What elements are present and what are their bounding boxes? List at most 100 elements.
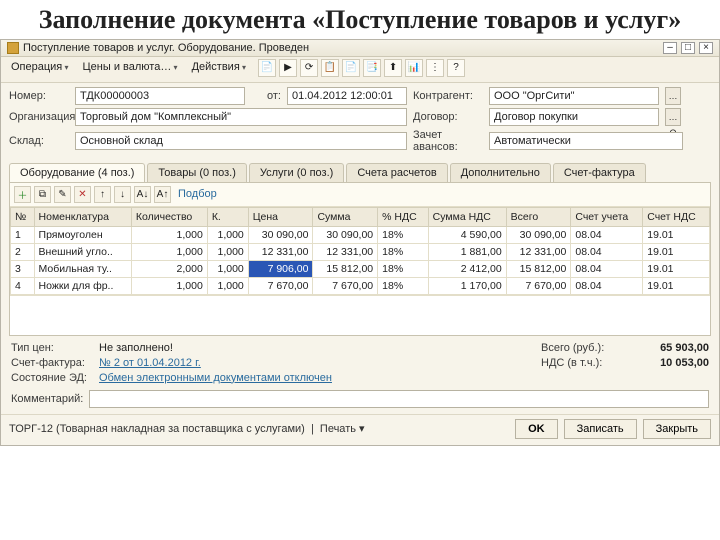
cell[interactable]: 15 812,00 <box>313 260 378 277</box>
cell[interactable]: 1,000 <box>207 260 248 277</box>
cell[interactable]: 08.04 <box>571 277 643 294</box>
cell[interactable]: 7 906,00 <box>248 260 313 277</box>
tab-goods[interactable]: Товары (0 поз.) <box>147 163 246 182</box>
menu-operation[interactable]: Операция <box>5 59 75 80</box>
cell[interactable]: 7 670,00 <box>313 277 378 294</box>
col-nom[interactable]: Номенклатура <box>34 207 131 226</box>
number-field[interactable]: ТДК00000003 <box>75 87 245 105</box>
close-doc-button[interactable]: Закрыть <box>643 419 711 439</box>
close-button[interactable]: × <box>699 42 713 54</box>
toolbar-icon[interactable]: 📋 <box>321 59 339 77</box>
sklad-field[interactable]: Основной склад <box>75 132 407 150</box>
cell[interactable]: 15 812,00 <box>506 260 571 277</box>
save-button[interactable]: Записать <box>564 419 637 439</box>
cell[interactable]: 30 090,00 <box>506 226 571 243</box>
cell[interactable]: 30 090,00 <box>313 226 378 243</box>
movedown-icon[interactable]: ↓ <box>114 186 131 203</box>
toolbar-icon[interactable]: ⋮ <box>426 59 444 77</box>
cell[interactable]: 19.01 <box>643 260 710 277</box>
col-acc[interactable]: Счет учета <box>571 207 643 226</box>
cell[interactable]: 08.04 <box>571 260 643 277</box>
cell[interactable]: 19.01 <box>643 226 710 243</box>
toolbar-icon[interactable]: ⬆ <box>384 59 402 77</box>
ok-button[interactable]: OK <box>515 419 558 439</box>
toolbar-icon[interactable]: ⟳ <box>300 59 318 77</box>
cell[interactable]: 18% <box>378 243 429 260</box>
table-row[interactable]: 4Ножки для фр..1,0001,0007 670,007 670,0… <box>11 277 710 294</box>
sf-link[interactable]: № 2 от 01.04.2012 г. <box>99 357 533 369</box>
toolbar-icon[interactable]: 📄 <box>342 59 360 77</box>
cell[interactable]: 18% <box>378 226 429 243</box>
cell[interactable]: 2 412,00 <box>428 260 506 277</box>
col-accnds[interactable]: Счет НДС <box>643 207 710 226</box>
moveup-icon[interactable]: ↑ <box>94 186 111 203</box>
menu-prices[interactable]: Цены и валюта… <box>77 59 184 80</box>
cell[interactable]: Внешний угло.. <box>34 243 131 260</box>
cell[interactable]: 4 590,00 <box>428 226 506 243</box>
contragent-lookup-button[interactable]: …Q <box>665 87 681 105</box>
cell[interactable]: 3 <box>11 260 35 277</box>
cell[interactable]: 18% <box>378 277 429 294</box>
tab-accounts[interactable]: Счета расчетов <box>346 163 447 182</box>
maximize-button[interactable]: □ <box>681 42 695 54</box>
tab-services[interactable]: Услуги (0 поз.) <box>249 163 344 182</box>
table-row[interactable]: 2Внешний угло..1,0001,00012 331,0012 331… <box>11 243 710 260</box>
cell[interactable]: 7 670,00 <box>248 277 313 294</box>
col-nds[interactable]: % НДС <box>378 207 429 226</box>
cell[interactable]: 08.04 <box>571 226 643 243</box>
cell[interactable]: 12 331,00 <box>506 243 571 260</box>
items-grid[interactable]: № Номенклатура Количество К. Цена Сумма … <box>10 207 710 295</box>
contragent-field[interactable]: ООО "ОргСити" <box>489 87 659 105</box>
minimize-button[interactable]: – <box>663 42 677 54</box>
col-sum[interactable]: Сумма <box>313 207 378 226</box>
cell[interactable]: 7 670,00 <box>506 277 571 294</box>
date-field[interactable]: 01.04.2012 12:00:01 <box>287 87 407 105</box>
cell[interactable]: 18% <box>378 260 429 277</box>
print-template-label[interactable]: ТОРГ-12 (Товарная накладная за поставщик… <box>9 422 365 435</box>
menu-actions[interactable]: Действия <box>186 59 252 80</box>
cell[interactable]: 1,000 <box>207 226 248 243</box>
copy-row-icon[interactable]: ⧉ <box>34 186 51 203</box>
cell[interactable]: 12 331,00 <box>248 243 313 260</box>
col-price[interactable]: Цена <box>248 207 313 226</box>
cell[interactable]: Прямоуголен <box>34 226 131 243</box>
cell[interactable]: 4 <box>11 277 35 294</box>
cell[interactable]: 2,000 <box>131 260 207 277</box>
col-total[interactable]: Всего <box>506 207 571 226</box>
tab-equipment[interactable]: Оборудование (4 поз.) <box>9 163 145 182</box>
pick-link[interactable]: Подбор <box>174 188 221 200</box>
contract-lookup-button[interactable]: …Q <box>665 108 681 126</box>
toolbar-icon[interactable]: 📑 <box>363 59 381 77</box>
comment-field[interactable] <box>89 390 709 408</box>
cell[interactable]: Мобильная ту.. <box>34 260 131 277</box>
table-row[interactable]: 1Прямоуголен1,0001,00030 090,0030 090,00… <box>11 226 710 243</box>
sort-asc-icon[interactable]: A↓ <box>134 186 151 203</box>
edit-row-icon[interactable]: ✎ <box>54 186 71 203</box>
tab-invoice[interactable]: Счет-фактура <box>553 163 646 182</box>
cell[interactable]: 1,000 <box>207 277 248 294</box>
cell[interactable]: 1,000 <box>131 243 207 260</box>
toolbar-icon[interactable]: ▶ <box>279 59 297 77</box>
cell[interactable]: 12 331,00 <box>313 243 378 260</box>
table-row[interactable]: 3Мобильная ту..2,0001,0007 906,0015 812,… <box>11 260 710 277</box>
cell[interactable]: 19.01 <box>643 277 710 294</box>
cell[interactable]: 1,000 <box>131 277 207 294</box>
ed-link[interactable]: Обмен электронными документами отключен <box>99 372 709 384</box>
sort-desc-icon[interactable]: A↑ <box>154 186 171 203</box>
contract-field[interactable]: Договор покупки <box>489 108 659 126</box>
cell[interactable]: Ножки для фр.. <box>34 277 131 294</box>
cell[interactable]: 1 170,00 <box>428 277 506 294</box>
cell[interactable]: 1 <box>11 226 35 243</box>
toolbar-icon[interactable]: 📊 <box>405 59 423 77</box>
cell[interactable]: 19.01 <box>643 243 710 260</box>
org-field[interactable]: Торговый дом "Комплексный" <box>75 108 407 126</box>
delete-row-icon[interactable]: ✕ <box>74 186 91 203</box>
cell[interactable]: 1 881,00 <box>428 243 506 260</box>
cell[interactable]: 1,000 <box>207 243 248 260</box>
cell[interactable]: 08.04 <box>571 243 643 260</box>
col-k[interactable]: К. <box>207 207 248 226</box>
cell[interactable]: 2 <box>11 243 35 260</box>
tab-extra[interactable]: Дополнительно <box>450 163 551 182</box>
add-row-icon[interactable]: ＋ <box>14 186 31 203</box>
zachet-field[interactable]: Автоматически <box>489 132 683 150</box>
